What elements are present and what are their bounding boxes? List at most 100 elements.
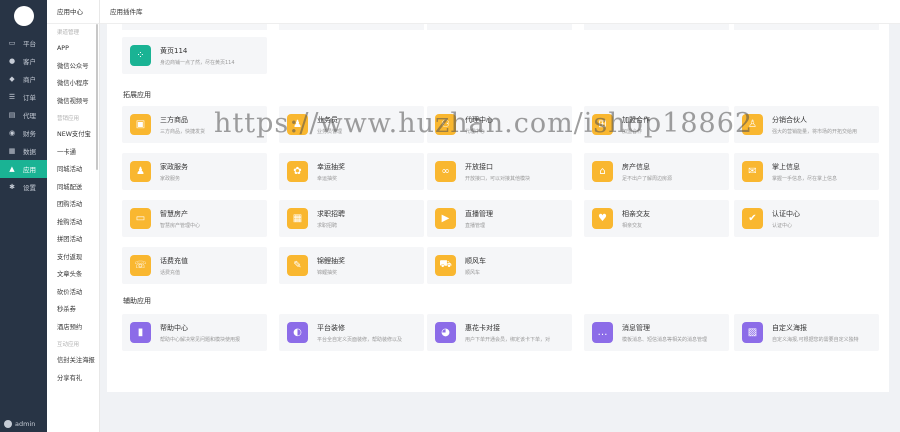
card-stub bbox=[734, 24, 879, 30]
app-card-join[interactable]: ⊞ 加盟合作 加盟合作 bbox=[584, 106, 729, 143]
app-card-text: 加盟合作 加盟合作 bbox=[622, 115, 650, 135]
app-card-message[interactable]: ✉ 掌上信息 掌握一手信息，尽在掌上信息 bbox=[734, 153, 879, 190]
app-card-text: 话费充值 话费充值 bbox=[160, 256, 188, 276]
job-icon: ▦ bbox=[287, 208, 308, 229]
app-card-lottery[interactable]: ✿ 幸运抽奖 幸运抽奖 bbox=[279, 153, 424, 190]
nav-item-gear[interactable]: ✱ 设置 bbox=[0, 178, 47, 196]
app-card-housekeeping[interactable]: ♟ 家政服务 家政服务 bbox=[122, 153, 267, 190]
nav-item-users[interactable]: ◆ 商户 bbox=[0, 70, 47, 88]
sub-nav-item[interactable]: APP bbox=[47, 40, 99, 58]
app-card-chat[interactable]: … 消息管理 模板消息、短信消息等相关的消息管理 bbox=[584, 314, 729, 351]
app-card-name: 相亲交友 bbox=[622, 209, 650, 218]
app-card-name: 帮助中心 bbox=[160, 323, 188, 332]
app-card-smart-estate[interactable]: ▭ 智慧房产 智慧房产管理中心 bbox=[122, 200, 267, 237]
car-icon: ⛟ bbox=[435, 255, 456, 276]
app-card-api[interactable]: ∞ 开放接口 开放接口，可以对接其他模块 bbox=[427, 153, 572, 190]
app-card-help[interactable]: ▮ 帮助中心 帮助中心解决常见问题和模块使用报 bbox=[122, 314, 267, 351]
sub-nav-title[interactable]: 应用中心 bbox=[47, 0, 99, 24]
message-icon: ✉ bbox=[742, 161, 763, 182]
sub-nav-item[interactable]: 信封关注海报 bbox=[47, 352, 99, 370]
nav-item-wallet[interactable]: ◉ 财务 bbox=[0, 124, 47, 142]
nav-item-calendar[interactable]: ▤ 代理 bbox=[0, 106, 47, 124]
sub-nav-item[interactable]: 分享有礼 bbox=[47, 370, 99, 388]
sub-nav-item[interactable]: 文章头条 bbox=[47, 266, 99, 284]
app-card-name: 顺风车 bbox=[465, 256, 486, 265]
app-card-text: 掌上信息 掌握一手信息，尽在掌上信息 bbox=[772, 162, 837, 182]
sub-nav-item[interactable]: 一卡通 bbox=[47, 144, 99, 162]
app-card-house[interactable]: ⌂ 房产信息 足不出户了解周边房源 bbox=[584, 153, 729, 190]
app-card-yellowpages[interactable]: ⁘ 黄页114 身边商铺一点了然，尽在黄页114 bbox=[122, 37, 267, 74]
app-card-text: 认证中心 认证中心 bbox=[772, 209, 800, 229]
sub-nav-item[interactable]: 拼团活动 bbox=[47, 231, 99, 249]
app-card-desc: 话费充值 bbox=[160, 269, 181, 276]
app-card-recharge[interactable]: ☏ 话费充值 话费充值 bbox=[122, 247, 267, 284]
app-card-desc: 直播管理 bbox=[465, 222, 486, 229]
app-card-name: 平台装修 bbox=[317, 323, 345, 332]
sub-nav-item[interactable]: 同城配送 bbox=[47, 179, 99, 197]
list-icon: ☰ bbox=[8, 93, 16, 101]
sub-nav-group-label: 营销应用 bbox=[57, 116, 80, 122]
nav-item-monitor[interactable]: ▭ 平台 bbox=[0, 34, 47, 52]
nav-item-list[interactable]: ☰ 订单 bbox=[0, 88, 47, 106]
app-card-text: 消息管理 模板消息、短信消息等相关的消息管理 bbox=[622, 323, 707, 343]
sub-nav-item[interactable]: 微信视频号 bbox=[47, 93, 99, 111]
app-card-live[interactable]: ▶ 直播管理 直播管理 bbox=[427, 200, 572, 237]
nav-item-chart[interactable]: ▦ 数据 bbox=[0, 142, 47, 160]
app-card-desc: 代理中心 bbox=[465, 128, 486, 135]
app-card-palette[interactable]: ◐ 平台装修 平台全自定义页面装修，帮助装修以及 bbox=[279, 314, 424, 351]
nav-item-label: 数据 bbox=[23, 148, 36, 156]
clerk-icon: ♟ bbox=[287, 114, 308, 135]
sub-nav-item[interactable]: 抢购活动 bbox=[47, 214, 99, 232]
nav-item-app[interactable]: ▲ 应用 bbox=[0, 160, 47, 178]
app-card-name: 认证中心 bbox=[772, 209, 800, 218]
app-card-name: 开放接口 bbox=[465, 162, 493, 171]
sub-nav-item[interactable]: 微信小程序 bbox=[47, 75, 99, 93]
app-card-car[interactable]: ⛟ 顺风车 顺风车 bbox=[427, 247, 572, 284]
app-card-text: 智慧房产 智慧房产管理中心 bbox=[160, 209, 200, 229]
breadcrumb[interactable]: 应用插件库 bbox=[110, 0, 143, 24]
app-card-agent[interactable]: ⚇ 代理中心 代理中心 bbox=[427, 106, 572, 143]
app-card-clerk[interactable]: ♟ 业务员 业务员管理 bbox=[279, 106, 424, 143]
card-stub bbox=[279, 24, 424, 30]
app-root: ▭ 平台 ● 客户 ◆ 商户 ☰ 订单 ▤ 代理 ◉ 财务 ▦ 数据 ▲ 应用 ✱ 设置 admin 应用中心 渠… bbox=[0, 0, 900, 432]
avatar[interactable] bbox=[13, 6, 34, 26]
current-user[interactable]: admin bbox=[4, 420, 35, 428]
app-card-name: 自定义海报 bbox=[772, 323, 807, 332]
app-card-desc: 模板消息、短信消息等相关的消息管理 bbox=[622, 336, 708, 343]
app-card-desc: 幸运抽奖 bbox=[317, 175, 338, 182]
app-card-job[interactable]: ▦ 求职招聘 求职招聘 bbox=[279, 200, 424, 237]
sub-nav-item[interactable]: 秒杀券 bbox=[47, 301, 99, 319]
sub-nav-item[interactable]: 团购活动 bbox=[47, 196, 99, 214]
app-card-koi[interactable]: ✎ 锦鲤抽奖 锦鲤抽奖 bbox=[279, 247, 424, 284]
app-card-partner[interactable]: ♙ 分销合伙人 强大的营销能量，将市场的开拓交给用 bbox=[734, 106, 879, 143]
card-icon: ◕ bbox=[435, 322, 456, 343]
chat-icon: … bbox=[592, 322, 613, 343]
nav-item-label: 商户 bbox=[23, 76, 36, 84]
app-card-card[interactable]: ◕ 惠花卡对接 用户下单开通会员，绑定该卡下单，对 bbox=[427, 314, 572, 351]
join-icon: ⊞ bbox=[592, 114, 613, 135]
sub-nav-item[interactable]: 砍价活动 bbox=[47, 284, 99, 302]
sub-nav-scrollbar[interactable] bbox=[96, 24, 98, 170]
app-card-desc: 顺风车 bbox=[465, 269, 481, 276]
app-card-desc: 家政服务 bbox=[160, 175, 181, 182]
app-icon: ▲ bbox=[9, 165, 15, 173]
sub-nav-group-label: 渠道管理 bbox=[57, 30, 80, 36]
sub-nav-item[interactable]: 同城活动 bbox=[47, 161, 99, 179]
sub-nav-item[interactable]: 支付返现 bbox=[47, 249, 99, 267]
app-card-text: 家政服务 家政服务 bbox=[160, 162, 188, 182]
lottery-icon: ✿ bbox=[287, 161, 308, 182]
sub-nav-item[interactable]: 酒店预约 bbox=[47, 319, 99, 337]
app-card-desc: 求职招聘 bbox=[317, 222, 338, 229]
app-card-desc: 掌握一手信息，尽在掌上信息 bbox=[772, 175, 838, 182]
app-card-dating[interactable]: ♥ 相亲交友 相亲交友 bbox=[584, 200, 729, 237]
app-card-poster[interactable]: ▨ 自定义海报 自定义海报,可根据您的需要自定义独特 bbox=[734, 314, 879, 351]
user-icon: ● bbox=[8, 57, 16, 65]
sub-nav-item[interactable]: 微信公众号 bbox=[47, 58, 99, 76]
nav-item-user[interactable]: ● 客户 bbox=[0, 52, 47, 70]
app-card-goods[interactable]: ▣ 三方商品 三方商品，快捷发货 bbox=[122, 106, 267, 143]
app-card-shield[interactable]: ✔ 认证中心 认证中心 bbox=[734, 200, 879, 237]
app-card-desc: 锦鲤抽奖 bbox=[317, 269, 338, 276]
sub-nav-item[interactable]: NEW支付宝 bbox=[47, 126, 99, 144]
app-card-desc: 业务员管理 bbox=[317, 128, 343, 135]
app-card-text: 自定义海报 自定义海报,可根据您的需要自定义独特 bbox=[772, 323, 859, 343]
